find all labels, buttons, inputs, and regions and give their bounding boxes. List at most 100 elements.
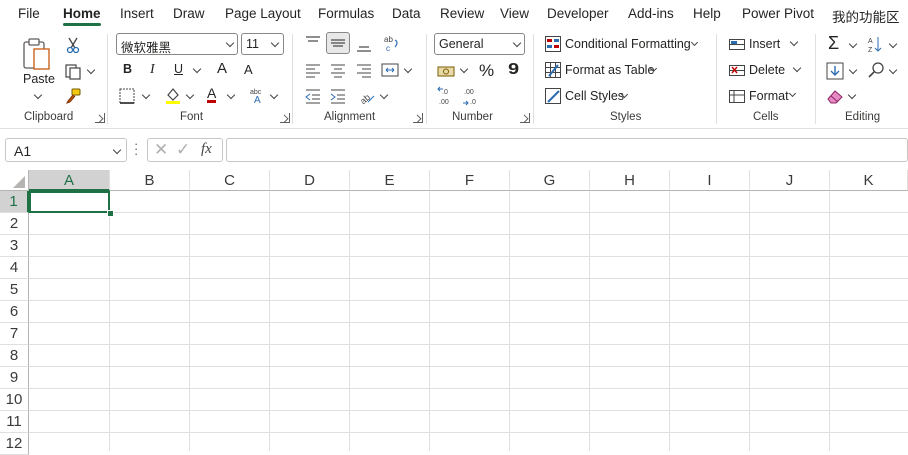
column-header-f[interactable]: F xyxy=(430,170,510,191)
font-launcher-icon[interactable] xyxy=(280,113,290,123)
column-header-h[interactable]: H xyxy=(590,170,670,191)
row-header-11[interactable]: 11 xyxy=(0,411,29,433)
tab-insert[interactable]: Insert xyxy=(120,6,154,21)
merge-center-icon[interactable] xyxy=(381,61,399,79)
active-cell-a1[interactable] xyxy=(29,191,110,213)
formula-input[interactable] xyxy=(226,138,908,162)
decrease-decimal-icon[interactable]: .00 .0 xyxy=(461,86,481,106)
insert-function-button[interactable]: fx xyxy=(201,141,212,158)
row-header-12[interactable]: 12 xyxy=(0,433,29,455)
align-left-icon[interactable] xyxy=(304,61,322,79)
group-divider xyxy=(716,34,717,124)
orientation-icon[interactable]: ab xyxy=(358,87,376,105)
name-box[interactable]: A1 xyxy=(5,138,127,162)
increase-font-size-button[interactable]: A xyxy=(217,60,227,77)
row-header-10[interactable]: 10 xyxy=(0,389,29,411)
row-header-9[interactable]: 9 xyxy=(0,367,29,389)
tab-draw[interactable]: Draw xyxy=(173,6,205,21)
align-bottom-icon[interactable] xyxy=(355,36,373,54)
tab-view[interactable]: View xyxy=(500,6,529,21)
column-header-e[interactable]: E xyxy=(350,170,430,191)
paste-button[interactable]: Paste xyxy=(18,34,58,104)
format-cells-button[interactable]: Format xyxy=(729,88,804,106)
alignment-launcher-icon[interactable] xyxy=(413,113,423,123)
align-top-icon[interactable] xyxy=(304,34,322,52)
underline-button[interactable]: U xyxy=(174,62,183,76)
select-all-button[interactable] xyxy=(0,170,29,191)
format-painter-icon[interactable] xyxy=(64,87,82,105)
phonetic-guide-icon[interactable]: abc A xyxy=(249,86,267,104)
number-launcher-icon[interactable] xyxy=(520,113,530,123)
column-header-d[interactable]: D xyxy=(270,170,350,191)
percent-style-button[interactable]: % xyxy=(479,61,494,81)
row-header-8[interactable]: 8 xyxy=(0,345,29,367)
fill-handle[interactable] xyxy=(107,210,114,217)
column-header-a[interactable]: A xyxy=(29,170,110,191)
align-middle-button[interactable] xyxy=(326,32,350,54)
tab-help[interactable]: Help xyxy=(693,6,721,21)
enter-icon[interactable]: ✓ xyxy=(176,140,190,160)
font-color-button[interactable]: A xyxy=(207,86,217,103)
borders-icon[interactable] xyxy=(118,87,136,105)
decrease-indent-icon[interactable] xyxy=(304,87,322,105)
comma-style-button[interactable]: 9 xyxy=(508,60,519,78)
tab-power-pivot[interactable]: Power Pivot xyxy=(742,6,814,21)
tab-developer[interactable]: Developer xyxy=(547,6,609,21)
conditional-formatting-button[interactable]: Conditional Formatting xyxy=(545,36,705,54)
tab-add-ins[interactable]: Add-ins xyxy=(628,6,674,21)
column-header-i[interactable]: I xyxy=(670,170,750,191)
bold-button[interactable]: B xyxy=(123,62,132,76)
copy-icon[interactable] xyxy=(64,62,82,80)
column-header-j[interactable]: J xyxy=(750,170,830,191)
fill-icon[interactable] xyxy=(826,62,844,80)
cut-icon[interactable] xyxy=(64,36,82,54)
increase-decimal-icon[interactable]: .0 .00 xyxy=(436,86,456,106)
decrease-font-size-button[interactable]: A xyxy=(244,62,253,77)
row-header-3[interactable]: 3 xyxy=(0,235,29,257)
fill-color-icon[interactable] xyxy=(164,86,182,104)
sort-filter-icon[interactable]: A Z xyxy=(868,35,886,53)
more-options-icon[interactable]: · · · xyxy=(134,137,138,160)
format-cells-label: Format xyxy=(749,89,789,103)
align-center-icon[interactable] xyxy=(329,61,347,79)
tab-review[interactable]: Review xyxy=(440,6,484,21)
font-family-select[interactable]: 微软雅黑 xyxy=(116,33,238,55)
row-header-2[interactable]: 2 xyxy=(0,213,29,235)
italic-button[interactable]: I xyxy=(150,62,155,78)
row-header-5[interactable]: 5 xyxy=(0,279,29,301)
align-right-icon[interactable] xyxy=(355,61,373,79)
row-header-1[interactable]: 1 xyxy=(0,191,29,213)
clipboard-launcher-icon[interactable] xyxy=(95,113,105,123)
autosum-icon[interactable]: Σ xyxy=(828,33,839,54)
tab-my-ribbon[interactable]: 我的功能区 xyxy=(832,6,900,26)
accounting-format-icon[interactable] xyxy=(437,62,455,80)
tab-home[interactable]: Home xyxy=(63,6,101,21)
font-size-select[interactable]: 11 xyxy=(241,33,284,55)
row-header-7[interactable]: 7 xyxy=(0,323,29,345)
cancel-icon[interactable]: ✕ xyxy=(154,140,168,160)
column-header-g[interactable]: G xyxy=(510,170,590,191)
tab-file[interactable]: File xyxy=(18,6,40,21)
insert-cells-button[interactable]: Insert xyxy=(729,36,804,54)
row-header-4[interactable]: 4 xyxy=(0,257,29,279)
worksheet-grid[interactable]: A B C D E F G H I J K 1 2 3 4 5 6 7 8 9 … xyxy=(0,170,908,455)
row-header-6[interactable]: 6 xyxy=(0,301,29,323)
tab-page-layout[interactable]: Page Layout xyxy=(225,6,301,21)
group-divider xyxy=(107,34,108,124)
wrap-text-icon[interactable]: ab c xyxy=(383,34,401,52)
format-as-table-button[interactable]: Format as Table xyxy=(545,62,665,80)
find-select-icon[interactable] xyxy=(868,61,886,79)
cell-styles-button[interactable]: Cell Styles xyxy=(545,88,635,106)
number-format-select[interactable]: General xyxy=(434,33,525,55)
column-header-c[interactable]: C xyxy=(190,170,270,191)
clear-eraser-icon[interactable] xyxy=(826,87,844,105)
grid-line xyxy=(429,191,430,451)
column-header-k[interactable]: K xyxy=(830,170,908,191)
column-header-b[interactable]: B xyxy=(110,170,190,191)
chevron-down-icon xyxy=(788,89,797,98)
increase-indent-icon[interactable] xyxy=(329,87,347,105)
tab-data[interactable]: Data xyxy=(392,6,421,21)
tab-formulas[interactable]: Formulas xyxy=(318,6,374,21)
grid-line xyxy=(749,191,750,451)
delete-cells-button[interactable]: Delete xyxy=(729,62,804,80)
